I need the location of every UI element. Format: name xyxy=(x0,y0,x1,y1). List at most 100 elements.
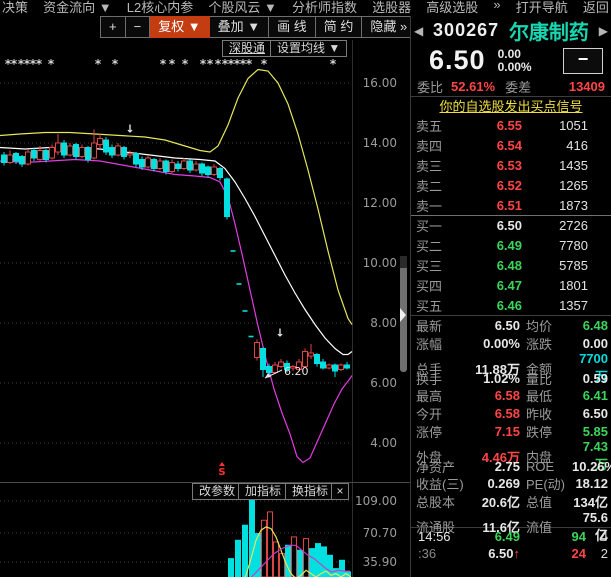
price-row: 6.50 0.00 0.00% − xyxy=(411,45,611,76)
level-price: 6.47 xyxy=(496,277,522,293)
switch-indicator-button[interactable]: 换指标 xyxy=(285,483,336,500)
band-line xyxy=(0,68,353,325)
level-volume: 1873 xyxy=(559,197,588,213)
candle-up xyxy=(115,145,121,156)
level-price: 6.51 xyxy=(496,197,522,213)
candle-up xyxy=(157,160,163,169)
event-star-marker: * xyxy=(261,57,268,71)
ma-settings-button[interactable]: 设置均线 ▼ xyxy=(270,40,348,57)
menu-item[interactable]: » xyxy=(493,0,500,12)
candle-up xyxy=(193,163,199,171)
menu-item[interactable]: 打开导航 xyxy=(516,0,568,16)
panel-splitter-handle[interactable] xyxy=(400,256,407,372)
event-star-marker: * xyxy=(200,57,207,71)
shenzhen-connect-button[interactable]: 深股通 xyxy=(222,40,273,57)
candle-down xyxy=(314,354,320,364)
event-star-marker: * xyxy=(182,57,189,71)
volume-bar-up xyxy=(267,511,273,577)
minimize-panel-button[interactable]: − xyxy=(563,47,603,74)
detail-row: 最高 6.58 最低 6.41 xyxy=(411,386,611,404)
event-star-marker: * xyxy=(215,57,222,71)
candle-down xyxy=(187,160,193,171)
tick-price: 6.49 xyxy=(494,529,520,545)
level-volume: 1357 xyxy=(559,297,588,313)
weibi-row: 委比 52.61% 委差 13409 xyxy=(411,76,611,96)
detail-label: 昨收 xyxy=(526,406,553,422)
detail-value: 10.26% xyxy=(572,458,611,474)
detail-label: 最新 xyxy=(416,318,443,334)
tick-time: :36 xyxy=(418,546,437,562)
close-indicator-icon[interactable]: × xyxy=(331,483,349,500)
detail-value: 2.75 xyxy=(494,458,520,474)
add-indicator-button[interactable]: 加指标 xyxy=(238,483,289,500)
stock-app-window: 决策 资金流向 ▼ L2核心内参 个股风云 ▼ 分析师指数 选股器 高级选股» 打开导航 返回 … xyxy=(0,0,611,577)
event-star-marker: * xyxy=(11,57,18,71)
candle-up xyxy=(49,147,55,159)
weibi-value: 52.61% xyxy=(451,78,496,94)
detail-label: 收益(三) xyxy=(416,477,464,493)
candle-down xyxy=(73,144,79,157)
stock-name: 尔康制药 xyxy=(508,22,589,44)
chart-text: 70.70 xyxy=(363,526,397,540)
ask-row[interactable]: 卖五 6.55 1051 xyxy=(411,116,611,136)
next-stock-icon[interactable]: ▶ xyxy=(599,24,608,38)
detail-value: 1.02% xyxy=(483,370,520,386)
candle-down xyxy=(175,163,181,169)
bid-row[interactable]: 买二 6.49 7780 xyxy=(411,236,611,256)
detail-row: 涨幅 0.00% 涨跌 0.00 xyxy=(411,334,611,352)
ask-row[interactable]: 卖一 6.51 1873 xyxy=(411,195,611,215)
detail-row: 外盘 4.46万 内盘 7.43万 xyxy=(411,439,611,472)
candle-up xyxy=(79,147,85,157)
change-value: 0.00 xyxy=(497,46,521,61)
detail-value: 6.48 xyxy=(582,317,608,333)
event-star-marker: * xyxy=(330,57,337,71)
chart-text: 8.00 xyxy=(370,316,397,330)
detail-row: 总手 11.88万 金额 7700万 xyxy=(411,351,611,384)
bid-row[interactable]: 买一 6.50 2726 xyxy=(411,216,611,236)
ask-row[interactable]: 卖三 6.53 1435 xyxy=(411,156,611,176)
ask-row[interactable]: 卖四 6.54 416 xyxy=(411,136,611,156)
ask-row[interactable]: 卖二 6.52 1265 xyxy=(411,175,611,195)
level-volume: 7780 xyxy=(559,238,588,254)
level-volume: 1435 xyxy=(559,157,588,173)
candle-down xyxy=(266,366,272,373)
chart-text: 35.90 xyxy=(363,555,397,569)
level-label: 卖一 xyxy=(416,198,443,214)
level-price: 6.53 xyxy=(496,157,522,173)
menu-item[interactable]: 高级选股 xyxy=(426,0,478,16)
tick-row: :36 6.50↑ 24 2 xyxy=(411,545,611,562)
change-param-button[interactable]: 改参数 xyxy=(192,483,243,500)
bid-row[interactable]: 买四 6.47 1801 xyxy=(411,275,611,295)
buy-signal-link[interactable]: 你的自选股发出买点信号 xyxy=(411,97,611,116)
volume-bar-down xyxy=(235,539,241,577)
candle-up xyxy=(37,150,43,160)
candle-down xyxy=(19,156,25,165)
chart-text: 109.00 xyxy=(355,494,397,508)
menu-item[interactable]: 返回 xyxy=(583,0,609,16)
volume-bar-up xyxy=(273,541,279,577)
tick-time: 14:56 xyxy=(418,529,451,545)
bid-row[interactable]: 买五 6.46 1357 xyxy=(411,295,611,315)
candle-up xyxy=(127,153,133,156)
detail-label: 换手 xyxy=(416,371,443,387)
detail-label: 涨停 xyxy=(416,424,443,440)
stock-code: 300267 xyxy=(433,20,500,40)
chart-text: 12.00 xyxy=(363,196,397,210)
detail-value: 6.58 xyxy=(494,405,520,421)
candle-up xyxy=(254,342,260,358)
prev-stock-icon[interactable]: ◀ xyxy=(414,24,423,38)
volume-bar-up xyxy=(291,536,297,577)
bid-row[interactable]: 买三 6.48 5785 xyxy=(411,256,611,276)
detail-label: 涨幅 xyxy=(416,336,443,352)
ask-levels: 卖五 6.55 1051 卖四 6.54 416 卖三 6.53 1435 卖二 6.52 1265 卖… xyxy=(411,116,611,215)
candle-down xyxy=(31,150,37,159)
detail-row: 今开 6.58 昨收 6.50 xyxy=(411,404,611,422)
weicha-label: 委差 xyxy=(505,79,532,95)
detail-row: 净资产 2.75 ROE 10.26% xyxy=(411,457,611,475)
detail-value: 6.41 xyxy=(582,388,608,404)
detail-row: 总股本 20.6亿 总值 134亿 xyxy=(411,492,611,510)
candle-down xyxy=(85,147,91,160)
chart-text: 6.00 xyxy=(370,376,397,390)
detail-label: PE(动) xyxy=(526,477,566,493)
tick-row: 14:56 6.49 94 4 xyxy=(411,528,611,545)
